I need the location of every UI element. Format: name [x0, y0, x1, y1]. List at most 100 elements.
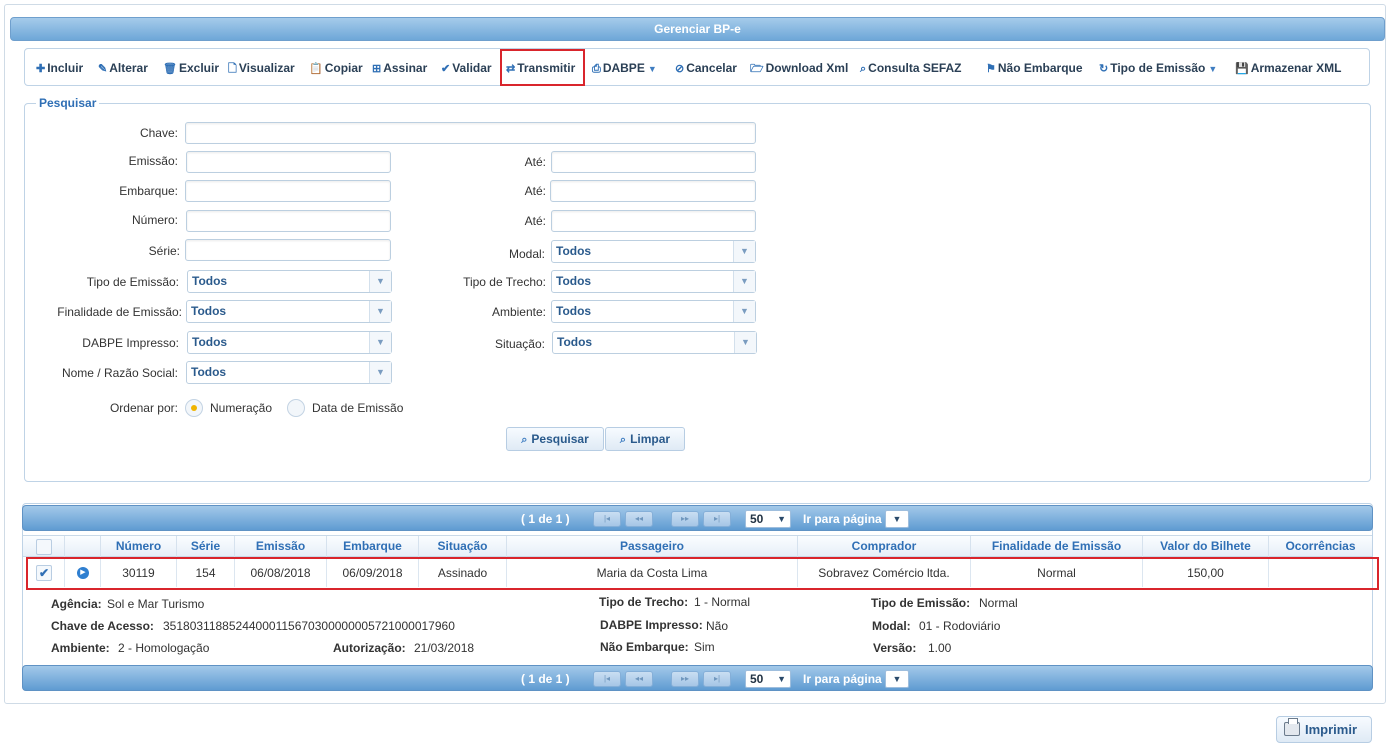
header-valor[interactable]: Valor do Bilhete	[1143, 536, 1269, 557]
ordenar-numeracao-radio[interactable]	[185, 399, 203, 417]
header-situacao[interactable]: Situação	[419, 536, 507, 557]
checkmark-icon: ✔	[441, 63, 451, 75]
modal-value: 01 - Rodoviário	[919, 619, 1001, 633]
clipboard-icon: 📋	[309, 63, 323, 75]
next-page-button[interactable]: ▸▸	[671, 671, 699, 687]
autorizacao-value: 21/03/2018	[414, 641, 475, 655]
versao-key: Versão:	[873, 641, 917, 655]
first-page-button[interactable]: |◂	[593, 511, 621, 527]
chevron-down-icon: ▼	[369, 362, 391, 383]
flag-icon: ⚑	[986, 63, 996, 75]
row-highlight	[26, 557, 1379, 590]
embarque-to-input[interactable]	[550, 180, 756, 202]
page-size-select[interactable]: 50 ▼	[745, 670, 791, 688]
limpar-button[interactable]: ⌕ Limpar	[605, 427, 685, 451]
chave-acesso-value: 3518031188524400011567030000000572100001…	[163, 619, 455, 633]
copiar-button[interactable]: 📋 Copiar	[309, 61, 363, 77]
armazenar-xml-button[interactable]: 💾 Armazenar XML	[1235, 61, 1341, 77]
prev-page-button[interactable]: ◂◂	[625, 671, 653, 687]
caret-down-icon: ▼	[1208, 64, 1218, 74]
header-comprador[interactable]: Comprador	[798, 536, 971, 557]
numero-from-input[interactable]	[186, 210, 391, 232]
ordenar-data-label[interactable]: Data de Emissão	[312, 401, 403, 415]
goto-page-label: Ir para página	[803, 512, 882, 526]
chave-input[interactable]	[185, 122, 756, 144]
modal-key: Modal:	[872, 619, 911, 633]
nome-select[interactable]: Todos ▼	[186, 361, 392, 384]
header-numero[interactable]: Número	[101, 536, 177, 557]
serie-input[interactable]	[185, 239, 391, 261]
ordenar-numeracao-label[interactable]: Numeração	[210, 401, 272, 415]
goto-page-select[interactable]: ▼	[885, 510, 909, 528]
emissao-from-input[interactable]	[186, 151, 391, 173]
consulta-sefaz-button[interactable]: ⌕ Consulta SEFAZ	[860, 61, 962, 77]
emissao-to-input[interactable]	[551, 151, 756, 173]
search-legend: Pesquisar	[36, 96, 100, 110]
tipo-emissao-value: Normal	[979, 596, 1018, 610]
ambiente-label: Ambiente:	[491, 305, 546, 319]
transmitir-highlight	[500, 49, 585, 86]
serie-label: Série:	[148, 244, 180, 258]
nao-embarque-button[interactable]: ⚑ Não Embarque	[986, 61, 1083, 77]
tipo-emissao-select[interactable]: Todos ▼	[187, 270, 392, 293]
finalidade-select[interactable]: Todos ▼	[186, 300, 392, 323]
printer-icon: ⎙	[592, 63, 601, 75]
visualizar-button[interactable]: 🗋 Visualizar	[228, 61, 295, 77]
numero-to-input[interactable]	[551, 210, 756, 232]
validar-button[interactable]: ✔ Validar	[441, 61, 492, 77]
pencil-icon: ✎	[98, 63, 108, 75]
incluir-button[interactable]: ✚ Incluir	[36, 61, 83, 77]
header-finalidade[interactable]: Finalidade de Emissão	[971, 536, 1143, 557]
printer-icon	[1284, 718, 1300, 736]
header-emissao[interactable]: Emissão	[235, 536, 327, 557]
pesquisar-button[interactable]: ⌕ Pesquisar	[506, 427, 604, 451]
numero-ate-label: Até:	[524, 214, 546, 228]
page-size-select[interactable]: 50 ▼	[745, 510, 791, 528]
ordenar-data-radio[interactable]	[287, 399, 305, 417]
emissao-ate-label: Até:	[524, 155, 546, 169]
download-xml-button[interactable]: 🗁 Download Xml	[750, 61, 848, 77]
embarque-label: Embarque:	[119, 184, 178, 198]
cancelar-button[interactable]: ⊘ Cancelar	[675, 61, 737, 77]
header-serie[interactable]: Série	[177, 536, 235, 557]
caret-down-icon: ▼	[777, 514, 786, 524]
first-page-button[interactable]: |◂	[593, 671, 621, 687]
cancel-icon: ⊘	[675, 63, 685, 75]
ambiente-select[interactable]: Todos ▼	[551, 300, 756, 323]
header-ocorrencias[interactable]: Ocorrências	[1269, 536, 1372, 557]
chevron-down-icon: ▼	[733, 271, 755, 292]
dabpe-impresso-select[interactable]: Todos ▼	[187, 331, 392, 354]
next-page-button[interactable]: ▸▸	[671, 511, 699, 527]
nome-label: Nome / Razão Social:	[61, 366, 178, 380]
modal-label: Modal:	[508, 247, 545, 261]
assinar-button[interactable]: ⊞ Assinar	[372, 61, 427, 77]
header-passageiro[interactable]: Passageiro	[507, 536, 798, 557]
versao-value: 1.00	[928, 641, 952, 655]
select-all-checkbox[interactable]	[36, 539, 52, 555]
pager-info: ( 1 de 1 )	[521, 672, 570, 686]
tipo-trecho-select[interactable]: Todos ▼	[551, 270, 756, 293]
chevron-down-icon: ▼	[369, 301, 391, 322]
chevron-down-icon: ▼	[733, 301, 755, 322]
excluir-button[interactable]: 🗑 Excluir	[163, 61, 219, 77]
tipo-emissao-dropdown[interactable]: ↻ Tipo de Emissão ▼	[1099, 61, 1217, 77]
embarque-from-input[interactable]	[185, 180, 391, 202]
last-page-button[interactable]: ▸|	[703, 671, 731, 687]
plus-icon: ✚	[36, 63, 46, 75]
prev-page-button[interactable]: ◂◂	[625, 511, 653, 527]
alterar-button[interactable]: ✎ Alterar	[98, 61, 148, 77]
search-icon: ⌕	[521, 434, 528, 446]
tipo-trecho-key: Tipo de Trecho:	[599, 595, 689, 609]
agencia-key: Agência:	[51, 597, 102, 611]
header-embarque[interactable]: Embarque	[327, 536, 419, 557]
dabpe-dropdown[interactable]: ⎙ DABPE ▼	[592, 61, 657, 77]
imprimir-button[interactable]: Imprimir	[1276, 716, 1372, 743]
caret-down-icon: ▼	[647, 64, 657, 74]
modal-select[interactable]: Todos ▼	[551, 240, 756, 263]
situacao-select[interactable]: Todos ▼	[552, 331, 757, 354]
goto-page-select[interactable]: ▼	[885, 670, 909, 688]
dabpe-impresso-key: DABPE Impresso:	[600, 618, 703, 632]
caret-down-icon: ▼	[777, 674, 786, 684]
last-page-button[interactable]: ▸|	[703, 511, 731, 527]
emissao-label: Emissão:	[128, 154, 178, 168]
